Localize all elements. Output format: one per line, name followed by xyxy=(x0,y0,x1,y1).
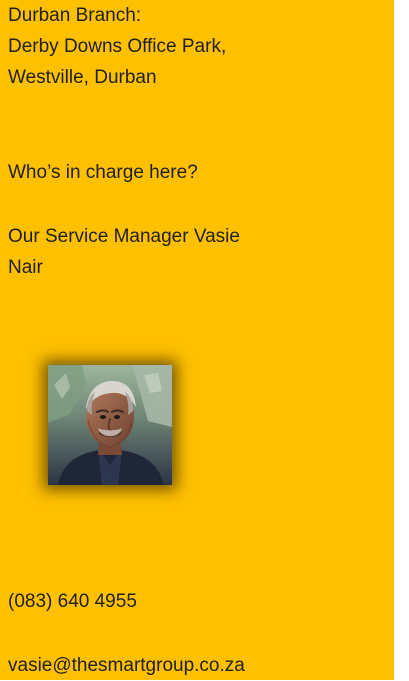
email-address: vasie@thesmartgroup.co.za xyxy=(8,655,245,676)
manager-text: Nair xyxy=(8,257,43,278)
question-text: Who’s in charge here? xyxy=(8,162,198,183)
manager-text: Our Service Manager Vasie xyxy=(8,226,240,247)
address-line: Westville, Durban xyxy=(8,67,157,88)
phone-number: (083) 640 4955 xyxy=(8,591,137,612)
contact-panel: Durban Branch: Derby Downs Office Park, … xyxy=(0,0,394,680)
address-line: Derby Downs Office Park, xyxy=(8,36,227,57)
branch-label: Durban Branch: xyxy=(8,5,142,26)
manager-photo xyxy=(48,365,172,485)
